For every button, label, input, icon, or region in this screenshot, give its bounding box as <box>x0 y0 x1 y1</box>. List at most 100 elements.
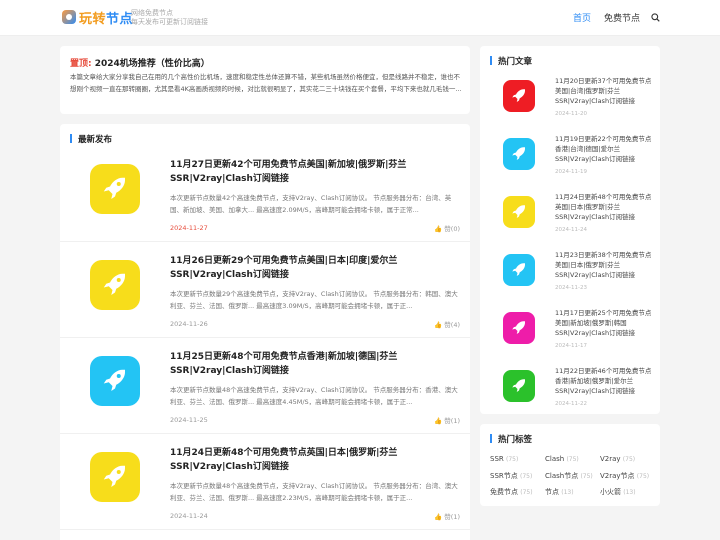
tag-count: (75) <box>520 473 533 480</box>
rocket-icon <box>512 263 525 276</box>
post-date: 2024-11-24 <box>170 512 208 520</box>
hot-post-thumbnail[interactable] <box>503 80 535 112</box>
post-date: 2024-11-27 <box>170 224 208 232</box>
post-title[interactable]: 11月26日更新29个可用免费节点美国|日本|印度|爱尔兰SSR|V2ray|C… <box>170 254 410 282</box>
tag-count: (75) <box>622 456 636 463</box>
rocket-icon <box>512 205 525 218</box>
tag-name: 小火箭 <box>600 488 621 496</box>
rocket-icon <box>103 369 125 391</box>
tag-count: (13) <box>561 489 574 496</box>
like-count: 赞(4) <box>444 321 460 329</box>
hot-post-date: 2024-11-22 <box>555 401 587 407</box>
hot-post-title[interactable]: 11月17日更新25个可用免费节点美国|新加坡|俄罗斯|韩国SSR|V2ray|… <box>555 308 655 338</box>
tag-link[interactable]: V2ray节点 (75) <box>600 471 649 481</box>
post-item[interactable]: 11月25日更新48个可用免费节点香港|新加坡|德国|芬兰SSR|V2ray|C… <box>60 338 470 434</box>
tag-count: (75) <box>580 473 593 480</box>
hot-post-item[interactable]: 11月20日更新37个可用免费节点美国|台湾|俄罗斯|芬兰SSR|V2ray|C… <box>480 68 660 126</box>
hot-post-thumbnail[interactable] <box>503 196 535 228</box>
tag-name: SSR节点 <box>490 472 518 480</box>
post-item[interactable]: 11月26日更新29个可用免费节点美国|日本|印度|爱尔兰SSR|V2ray|C… <box>60 242 470 338</box>
tag-name: 节点 <box>545 488 559 496</box>
tag-count: (13) <box>623 489 636 496</box>
pinned-prefix: 置顶: <box>70 59 92 69</box>
post-date: 2024-11-26 <box>170 320 208 328</box>
post-date: 2024-11-25 <box>170 416 208 424</box>
post-title[interactable]: 11月25日更新48个可用免费节点香港|新加坡|德国|芬兰SSR|V2ray|C… <box>170 350 410 378</box>
like-button[interactable]: 👍 赞(4) <box>434 319 460 329</box>
hot-post-item[interactable]: 11月19日更新22个可用免费节点香港|台湾|德国|爱尔兰SSR|V2ray|C… <box>480 126 660 184</box>
hot-post-date: 2024-11-20 <box>555 111 587 117</box>
post-title[interactable]: 11月24日更新48个可用免费节点英国|日本|俄罗斯|芬兰SSR|V2ray|C… <box>170 446 410 474</box>
thumbs-up-icon: 👍 <box>434 513 443 521</box>
like-button[interactable]: 👍 赞(0) <box>434 223 460 233</box>
tag-count: (75) <box>566 456 579 463</box>
post-item[interactable]: 11月27日更新42个可用免费节点美国|新加坡|俄罗斯|芬兰SSR|V2ray|… <box>60 146 470 242</box>
like-button[interactable]: 👍 赞(1) <box>434 415 460 425</box>
hot-post-title[interactable]: 11月20日更新37个可用免费节点美国|台湾|俄罗斯|芬兰SSR|V2ray|C… <box>555 76 655 106</box>
post-thumbnail[interactable] <box>90 164 140 214</box>
tag-name: 免费节点 <box>490 488 518 496</box>
site-logo[interactable]: 玩转节点 <box>79 8 133 27</box>
hot-post-item[interactable]: 11月23日更新38个可用免费节点美国|日本|俄罗斯|芬兰SSR|V2ray|C… <box>480 242 660 300</box>
tag-link[interactable]: 小火箭 (13) <box>600 487 636 497</box>
nav-free-nodes[interactable]: 免费节点 <box>604 11 640 24</box>
latest-heading: 最新发布 <box>70 133 112 145</box>
hot-post-title[interactable]: 11月24日更新48个可用免费节点英国|日本|俄罗斯|芬兰SSR|V2ray|C… <box>555 192 655 222</box>
tag-name: Clash <box>545 455 565 463</box>
hot-post-date: 2024-11-23 <box>555 285 587 291</box>
hot-post-date: 2024-11-24 <box>555 227 587 233</box>
hot-post-item[interactable]: 11月22日更新46个可用免费节点香港|新加坡|俄罗斯|爱尔兰SSR|V2ray… <box>480 358 660 416</box>
nav-home[interactable]: 首页 <box>573 11 591 24</box>
tag-name: V2ray <box>600 455 621 463</box>
tag-link[interactable]: Clash (75) <box>545 455 579 463</box>
hot-post-item[interactable]: 11月24日更新48个可用免费节点英国|日本|俄罗斯|芬兰SSR|V2ray|C… <box>480 184 660 242</box>
site-header: 玩转节点 网络免费节点 每天发布可更新订阅链接 首页 免费节点 <box>0 0 720 36</box>
post-thumbnail[interactable] <box>90 356 140 406</box>
logo-icon[interactable] <box>62 10 76 24</box>
tag-link[interactable]: Clash节点 (75) <box>545 471 593 481</box>
pinned-title-text: 2024机场推荐（性价比高） <box>94 59 210 69</box>
tag-link[interactable]: 节点 (13) <box>545 487 574 497</box>
tag-link[interactable]: V2ray (75) <box>600 455 635 463</box>
like-count: 赞(0) <box>444 225 460 233</box>
hot-post-thumbnail[interactable] <box>503 254 535 286</box>
tag-link[interactable]: SSR (75) <box>490 455 518 463</box>
tag-name: Clash节点 <box>545 472 579 480</box>
logo-text-b: 节点 <box>106 12 134 27</box>
hot-post-date: 2024-11-19 <box>555 169 587 175</box>
rocket-icon <box>512 321 525 334</box>
post-thumbnail[interactable] <box>90 260 140 310</box>
hot-post-title[interactable]: 11月19日更新22个可用免费节点香港|台湾|德国|爱尔兰SSR|V2ray|C… <box>555 134 655 164</box>
tag-link[interactable]: SSR节点 (75) <box>490 471 532 481</box>
like-button[interactable]: 👍 赞(1) <box>434 511 460 521</box>
tag-link[interactable]: 免费节点 (75) <box>490 487 533 497</box>
search-icon[interactable] <box>651 13 660 22</box>
site-tagline: 网络免费节点 每天发布可更新订阅链接 <box>131 9 208 27</box>
tagline-line-2: 每天发布可更新订阅链接 <box>131 18 208 26</box>
hot-post-thumbnail[interactable] <box>503 370 535 402</box>
rocket-icon <box>512 89 525 102</box>
thumbs-up-icon: 👍 <box>434 417 443 425</box>
hot-post-thumbnail[interactable] <box>503 138 535 170</box>
like-count: 赞(1) <box>444 417 460 425</box>
post-thumbnail[interactable] <box>90 452 140 502</box>
pinned-post-excerpt: 本篇文章给大家分享我自己在用的几个高性价比机场，速度和稳定性总体还算不错，某些机… <box>70 73 462 93</box>
post-excerpt: 本次更新节点数量48个高速免费节点，支持V2ray、Clash订阅协议。 节点服… <box>170 482 458 502</box>
tag-count: (75) <box>506 456 519 463</box>
hot-post-title[interactable]: 11月22日更新46个可用免费节点香港|新加坡|俄罗斯|爱尔兰SSR|V2ray… <box>555 366 655 396</box>
hot-heading: 热门文章 <box>490 55 532 67</box>
rocket-icon <box>512 379 525 392</box>
hot-post-thumbnail[interactable] <box>503 312 535 344</box>
hot-post-item[interactable]: 11月17日更新25个可用免费节点美国|新加坡|俄罗斯|韩国SSR|V2ray|… <box>480 300 660 358</box>
rocket-icon <box>103 273 125 295</box>
tags-heading: 热门标签 <box>490 433 532 445</box>
post-title[interactable]: 11月27日更新42个可用免费节点美国|新加坡|俄罗斯|芬兰SSR|V2ray|… <box>170 158 410 186</box>
post-item[interactable]: 11月24日更新48个可用免费节点英国|日本|俄罗斯|芬兰SSR|V2ray|C… <box>60 434 470 530</box>
tag-count: (75) <box>520 489 533 496</box>
thumbs-up-icon: 👍 <box>434 225 443 233</box>
pinned-post-title[interactable]: 置顶: 2024机场推荐（性价比高） <box>70 56 210 69</box>
hot-tags-card: 热门标签 SSR (75) Clash (75) V2ray (75) SSR节… <box>480 424 660 506</box>
hot-post-title[interactable]: 11月23日更新38个可用免费节点美国|日本|俄罗斯|芬兰SSR|V2ray|C… <box>555 250 655 280</box>
pinned-post-card: 置顶: 2024机场推荐（性价比高） 本篇文章给大家分享我自己在用的几个高性价比… <box>60 46 470 114</box>
hot-post-date: 2024-11-17 <box>555 343 587 349</box>
